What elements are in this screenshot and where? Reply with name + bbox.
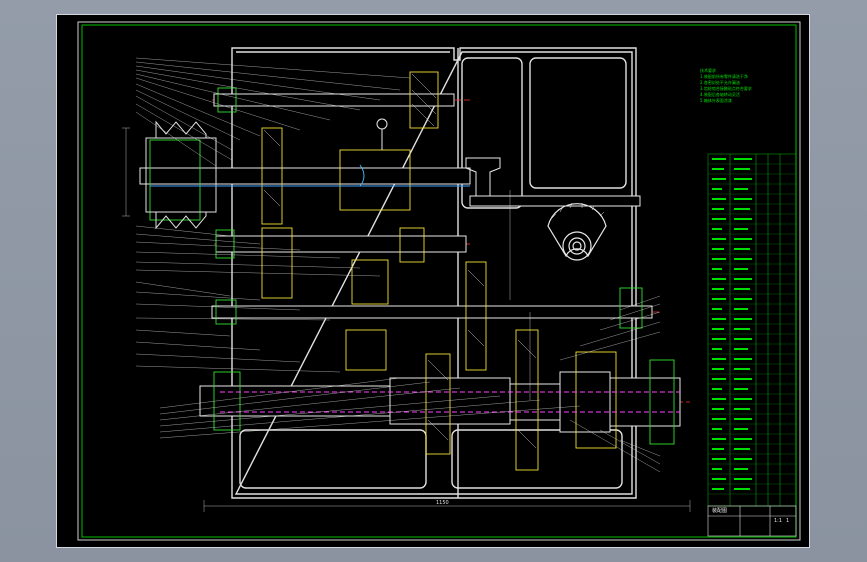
shafts <box>139 93 681 433</box>
note-line: 5.箱体外表面涂漆 <box>700 98 732 103</box>
technical-notes: 技术要求 1.装配前所有零件清洗干净 2.各密封处不允许漏油 3.齿轮啮合接触斑… <box>700 68 752 104</box>
title-block-scale: 1:1 <box>774 518 783 524</box>
sector-gear <box>547 203 607 261</box>
title-block-label: 装配图 <box>712 508 728 514</box>
title-block-sheet: 1 <box>786 518 790 524</box>
overall-dimension: 1150 <box>436 500 449 506</box>
